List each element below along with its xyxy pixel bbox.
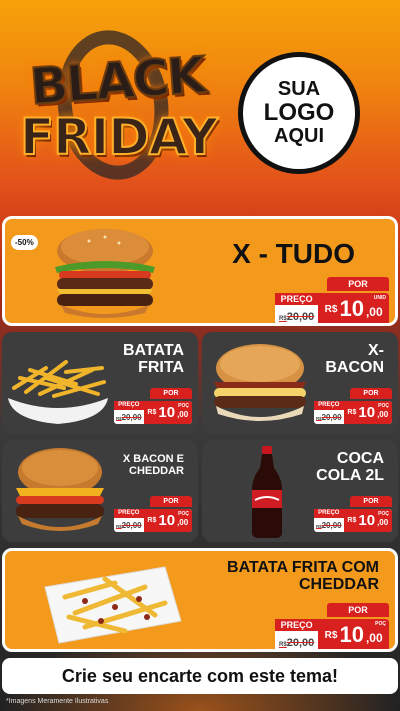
product-name: BATATA FRITA COM CHEDDAR: [227, 559, 379, 594]
discount-badge: -50%: [11, 235, 38, 250]
old-price: R$20,00: [279, 637, 315, 649]
preco-label: PREÇO: [314, 509, 344, 518]
burger-image: [55, 229, 155, 318]
preco-label: PREÇO: [275, 293, 319, 305]
old-price: R$20,00: [315, 413, 342, 422]
price-tag: POR PREÇO R$20,00 R$ 10,00 POÇ: [114, 388, 192, 424]
black-word: BLACK: [27, 45, 207, 117]
new-price: R$ 10,00 POÇ: [143, 401, 192, 424]
product-card-batata-frita[interactable]: BATATA FRITA POR PREÇO R$20,00 R$ 10,00 PO…: [2, 332, 198, 434]
price-tag: POR PREÇO R$20,00 R$ 10,00 POÇ: [275, 603, 389, 649]
black-friday-title: BLACK FRIDAY: [18, 22, 219, 202]
old-price: R$20,00: [315, 521, 342, 530]
product-card-x-bacon-cheddar[interactable]: X BACON E CHEDDAR POR PREÇO R$20,00 R$ 10,…: [2, 440, 198, 542]
preco-label: PREÇO: [114, 401, 144, 410]
cheddar-fries-image: [44, 566, 182, 644]
new-price: R$ 10,00 POÇ: [343, 401, 392, 424]
new-price: R$ 10,00 POÇ: [318, 619, 389, 649]
por-label: POR: [150, 496, 192, 507]
product-card-coca-cola[interactable]: COCA COLA 2L POR PREÇO R$20,00 R$ 10,00 PO…: [202, 440, 398, 542]
price-tag: POR PREÇO R$20,00 R$ 10,00 POÇ: [114, 496, 192, 532]
product-name: X - TUDO: [232, 238, 355, 269]
por-label: POR: [350, 496, 392, 507]
new-price: R$ 10,00 POÇ: [343, 509, 392, 532]
logo-line-2: LOGO: [263, 99, 335, 127]
price-tag: POR PREÇO R$20,00 R$ 10,00 POÇ: [314, 496, 392, 532]
bacon-burger-image: [214, 344, 306, 421]
old-price: R$20,00: [115, 413, 142, 422]
new-price: R$ 10,00 POÇ: [143, 509, 192, 532]
cheddar-burger-image: [16, 448, 104, 531]
new-price: R$ 10,00 UNID: [318, 293, 389, 323]
old-price: R$20,00: [115, 521, 142, 530]
preco-label: PREÇO: [275, 619, 319, 631]
coca-cola-bottle-image: [252, 446, 282, 538]
product-name: BATATA FRITA: [122, 342, 184, 377]
friday-word: FRIDAY: [19, 107, 219, 167]
logo-placeholder: SUA LOGO AQUI: [238, 52, 360, 174]
fries-image: [8, 360, 108, 424]
product-name: COCA COLA 2L: [316, 450, 384, 485]
logo-line-3: AQUI: [274, 124, 324, 147]
por-label: POR: [150, 388, 192, 399]
product-card-batata-cheddar[interactable]: BATATA FRITA COM CHEDDAR POR PREÇO R$20,0…: [2, 548, 398, 652]
product-card-x-bacon[interactable]: X- BACON POR PREÇO R$20,00 R$ 10,00 POÇ: [202, 332, 398, 434]
cta-text: Crie seu encarte com este tema!: [61, 665, 339, 686]
price-tag: POR PREÇO R$20,00 R$ 10,00 POÇ: [314, 388, 392, 424]
product-name: X BACON E CHEDDAR: [122, 453, 184, 477]
preco-label: PREÇO: [114, 509, 144, 518]
por-label: POR: [327, 603, 389, 617]
old-price: R$20,00: [279, 311, 315, 323]
product-name: X- BACON: [325, 342, 384, 377]
preco-label: PREÇO: [314, 401, 344, 410]
disclaimer-text: *Imagens Meramente Ilustrativas: [6, 698, 109, 705]
por-label: POR: [327, 277, 389, 291]
cta-banner[interactable]: Crie seu encarte com este tema!: [2, 658, 398, 694]
price-tag: POR PREÇO R$20,00 R$ 10,00 UNID: [275, 277, 389, 323]
por-label: POR: [350, 388, 392, 399]
logo-line-1: SUA: [277, 78, 321, 101]
product-card-x-tudo[interactable]: -50% X - TUDO POR PREÇO R$20,00 R$ 10,00 …: [2, 216, 398, 326]
